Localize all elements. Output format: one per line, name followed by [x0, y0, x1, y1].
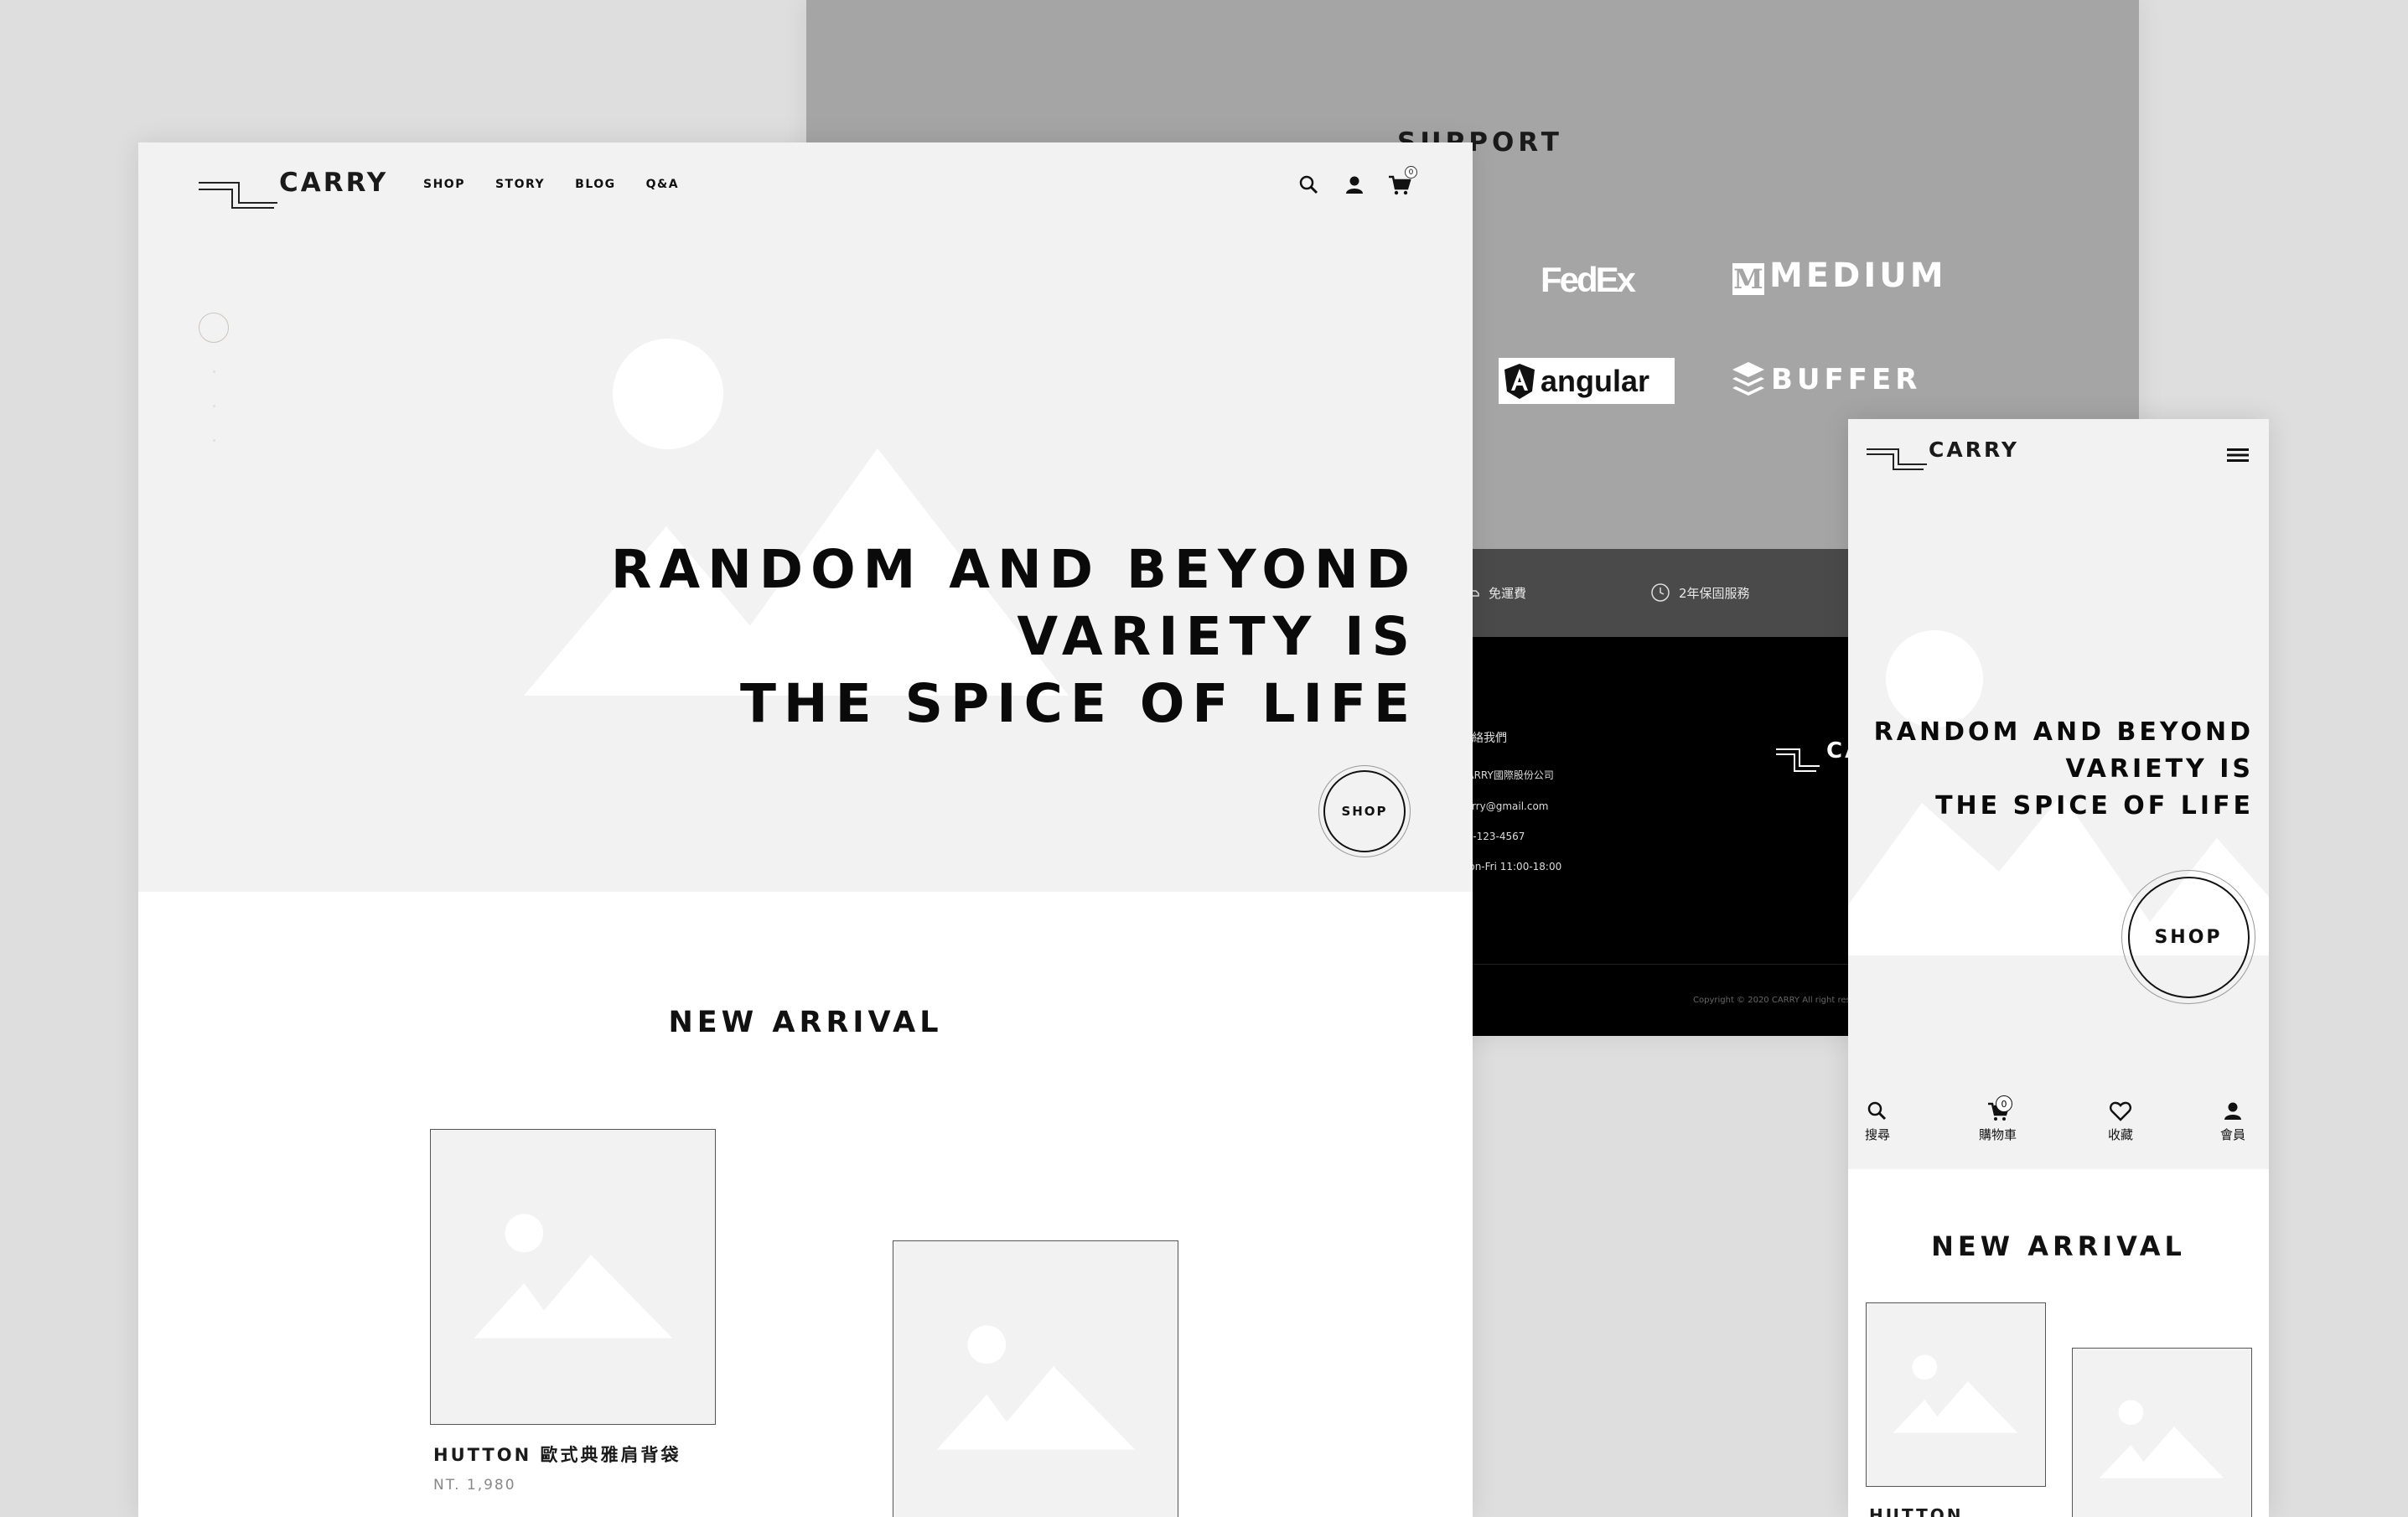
tab-search[interactable]: 搜尋	[1865, 1099, 1890, 1143]
buffer-logo[interactable]: BUFFER	[1731, 360, 1921, 399]
footer-contact: 聯絡我們 CARRY國際股份公司 carry@gmail.com 02-123-…	[1460, 729, 1561, 891]
product-image	[893, 1240, 1178, 1517]
headline-line: RANDOM AND BEYOND	[610, 539, 1417, 600]
user-icon	[2224, 1102, 2241, 1120]
angular-logo[interactable]: angular	[1499, 358, 1675, 404]
desktop-brand-text: CARRY	[279, 168, 389, 198]
product-card[interactable]: HUTTON	[1866, 1302, 2046, 1517]
mobile-homepage: CARRY RANDOM AND BEYOND VARIETY IS THE S…	[1848, 419, 2269, 1517]
tab-label: 收藏	[2108, 1127, 2134, 1142]
hero-placeholder-image	[524, 339, 1069, 696]
headline-line: THE SPICE OF LIFE	[739, 673, 1417, 734]
cart-count-badge: 0	[1996, 1095, 2012, 1112]
desktop-header-icons: 0	[1295, 166, 1417, 199]
tab-favorites[interactable]: 收藏	[2108, 1099, 2133, 1143]
buffer-stack-icon	[1732, 362, 1764, 396]
shop-button-label: SHOP	[1323, 770, 1406, 852]
search-icon	[1299, 175, 1318, 194]
medium-logo[interactable]: M MEDIUM	[1732, 256, 1947, 295]
product-image	[2072, 1348, 2252, 1517]
image-placeholder-icon	[936, 1325, 1136, 1450]
mobile-hero: CARRY RANDOM AND BEYOND VARIETY IS THE S…	[1848, 419, 2269, 1085]
nav-qa[interactable]: Q&A	[646, 178, 679, 191]
headline-line: RANDOM AND BEYOND	[1873, 717, 2254, 747]
product-image	[1866, 1302, 2046, 1487]
product-card[interactable]	[893, 1240, 1178, 1517]
clock-icon	[1651, 583, 1670, 602]
desktop-hero: CARRY SHOP STORY BLOG Q&A 0 RANDOM AND B…	[138, 142, 1473, 892]
mobile-hero-headline: RANDOM AND BEYOND VARIETY IS THE SPICE O…	[1874, 714, 2254, 825]
desktop-logo[interactable]: CARRY	[197, 168, 388, 213]
tab-member[interactable]: 會員	[2220, 1099, 2245, 1143]
tab-label: 搜尋	[1865, 1127, 1891, 1142]
desktop-homepage: CARRY SHOP STORY BLOG Q&A 0 RANDOM AND B…	[138, 142, 1473, 1517]
side-indicator-dots	[209, 370, 219, 892]
medium-m-icon: M	[1732, 263, 1764, 295]
footer-phone[interactable]: 02-123-4567	[1460, 831, 1561, 842]
product-card[interactable]: HUTTON 歐式典雅肩背袋 NT. 1,980	[430, 1129, 716, 1494]
angular-shield-icon	[1504, 363, 1535, 399]
footer-company: CARRY國際股份公司	[1460, 769, 1554, 781]
search-button[interactable]	[1295, 171, 1323, 199]
headline-line: THE SPICE OF LIFE	[1935, 791, 2254, 821]
tab-label: 購物車	[1979, 1127, 2017, 1142]
angular-logo-text: angular	[1541, 363, 1650, 398]
desktop-hero-headline: RANDOM AND BEYOND VARIETY IS THE SPICE O…	[611, 536, 1417, 738]
search-icon	[1867, 1101, 1887, 1121]
mobile-logo[interactable]: CARRY	[1865, 437, 2019, 473]
product-card[interactable]	[2072, 1348, 2252, 1517]
heart-icon	[2109, 1101, 2132, 1121]
cart-count-badge: 0	[1405, 166, 1417, 179]
product-price: NT. 1,980	[433, 1477, 516, 1494]
image-placeholder-icon	[474, 1214, 673, 1338]
service-label: 免運費	[1489, 585, 1527, 601]
mobile-tab-bar: 搜尋 0 購物車 收藏 會員	[1848, 1085, 2269, 1169]
service-label: 2年保固服務	[1679, 585, 1750, 601]
carry-logo-mark	[1867, 448, 1927, 470]
headline-line: VARIETY IS	[2065, 754, 2254, 784]
account-button[interactable]	[1340, 171, 1369, 199]
product-name: HUTTON	[1869, 1505, 1964, 1517]
fedex-logo[interactable]: FedEx	[1541, 260, 1636, 300]
footer-copyright: Copyright © 2020 CARRY All right reserve…	[1693, 996, 1875, 1005]
nav-blog[interactable]: BLOG	[575, 178, 616, 191]
mobile-new-arrival-title: NEW ARRIVAL	[1931, 1230, 2186, 1262]
desktop-new-arrival-title: NEW ARRIVAL	[668, 1006, 943, 1039]
carry-logo-mark	[199, 182, 277, 209]
tab-cart[interactable]: 0 購物車	[1979, 1095, 2017, 1143]
product-image	[430, 1129, 716, 1425]
mobile-shop-button[interactable]: SHOP	[2121, 870, 2255, 1004]
buffer-logo-text: BUFFER	[1771, 363, 1922, 396]
footer-hours: Mon-Fri 11:00-18:00	[1460, 861, 1562, 872]
footer-email[interactable]: carry@gmail.com	[1460, 800, 1561, 812]
side-indicator-circle[interactable]	[199, 313, 229, 343]
nav-story[interactable]: STORY	[495, 178, 545, 191]
footer-contact-title: 聯絡我們	[1460, 732, 1507, 745]
medium-logo-text: MEDIUM	[1769, 256, 1947, 295]
cart-button[interactable]: 0	[1385, 166, 1417, 199]
shop-button-label: SHOP	[2127, 876, 2250, 998]
user-icon	[1346, 176, 1363, 194]
desktop-nav: SHOP STORY BLOG Q&A	[423, 178, 679, 191]
nav-shop[interactable]: SHOP	[423, 178, 465, 191]
service-warranty: 2年保固服務	[1650, 582, 1750, 603]
headline-line: VARIETY IS	[1017, 606, 1417, 667]
hamburger-menu-icon[interactable]	[2225, 444, 2250, 466]
product-name: HUTTON 歐式典雅肩背袋	[433, 1445, 681, 1465]
image-placeholder-icon	[2099, 1400, 2224, 1478]
mobile-brand-text: CARRY	[1929, 437, 2019, 462]
image-placeholder-icon	[1893, 1354, 2018, 1433]
tab-label: 會員	[2220, 1127, 2246, 1142]
desktop-shop-button[interactable]: SHOP	[1318, 765, 1411, 857]
